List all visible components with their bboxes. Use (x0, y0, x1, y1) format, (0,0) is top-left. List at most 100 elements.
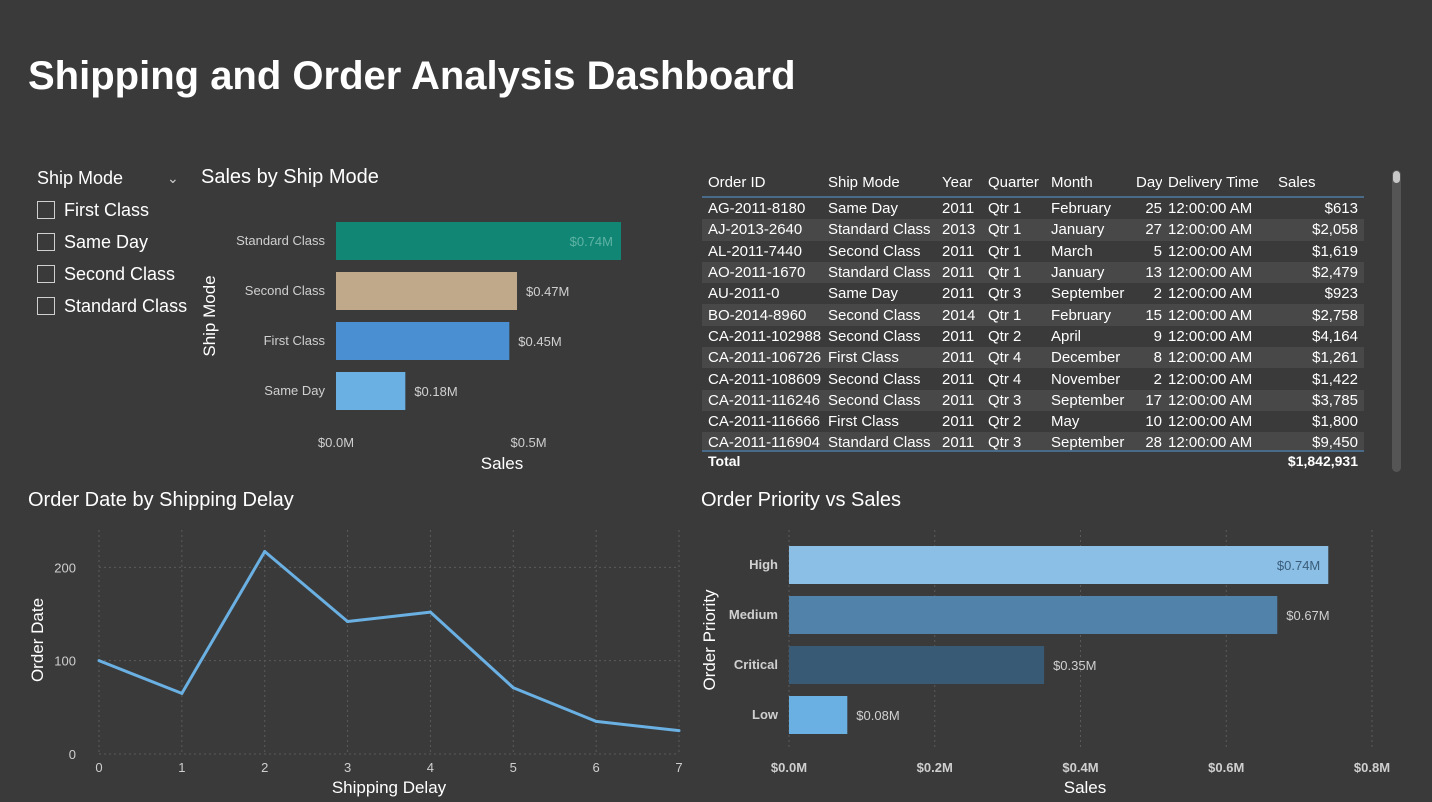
column-header-quarter[interactable]: Quarter (988, 174, 1051, 191)
cell-day: 9 (1153, 327, 1162, 345)
cell-year: 2014 (942, 306, 976, 324)
x-tick-label: $0.5M (510, 435, 546, 450)
column-header-delivery-time[interactable]: Delivery Time (1162, 174, 1272, 191)
total-label: Total (708, 453, 741, 469)
slicer-header[interactable]: Ship Mode ⌄ (37, 168, 187, 192)
cell-order-id: AU-2011-0 (708, 285, 780, 303)
cell-delivery-time: 12:00:00 AM (1168, 285, 1253, 303)
table-row[interactable]: AL-2011-7440 Second Class 2011 Qtr 1 March 5 1… (702, 241, 1364, 262)
x-tick-label: $0.4M (1062, 760, 1098, 775)
data-label: $0.18M (414, 384, 457, 399)
cell-day: 17 (1145, 391, 1162, 409)
x-tick-label: 1 (178, 760, 185, 775)
table-row[interactable]: CA-2011-116904 Standard Class 2011 Qtr 3 Sep… (702, 432, 1364, 450)
cell-sales: $4,164 (1312, 327, 1358, 345)
table-row[interactable]: AU-2011-0 Same Day 2011 Qtr 3 September 2 12:0… (702, 283, 1364, 304)
cell-ship-mode: First Class (828, 349, 899, 367)
category-label: Medium (729, 607, 778, 622)
table-row[interactable]: CA-2011-102988 Second Class 2011 Qtr 2 April… (702, 326, 1364, 347)
cell-order-id: AO-2011-1670 (708, 264, 806, 282)
table-row[interactable]: CA-2011-106726 First Class 2011 Qtr 4 Decemb… (702, 347, 1364, 369)
cell-month: September (1051, 285, 1125, 303)
cell-delivery-time: 12:00:00 AM (1168, 264, 1253, 282)
cell-quarter: Qtr 4 (988, 349, 1022, 367)
cell-sales: $1,261 (1312, 349, 1358, 367)
cell-month: February (1051, 306, 1112, 324)
data-label: $0.08M (856, 708, 899, 723)
data-label: $0.47M (526, 284, 569, 299)
scrollbar-thumb[interactable] (1393, 171, 1400, 183)
order-priority-vs-sales-chart: High $0.74M Medium $0.67M Critical $0.35M Low $… (700, 530, 1390, 797)
cell-quarter: Qtr 1 (988, 306, 1022, 324)
chart-title-order-priority-vs-sales: Order Priority vs Sales (701, 489, 902, 511)
cell-quarter: Qtr 2 (988, 327, 1022, 345)
cell-year: 2011 (942, 391, 975, 409)
table-row[interactable]: CA-2011-116666 First Class 2011 Qtr 2 May 10 1… (702, 411, 1364, 432)
slicer-item-first-class[interactable]: First Class (37, 194, 187, 226)
column-header-day[interactable]: Day (1136, 174, 1162, 191)
checkbox[interactable] (37, 233, 55, 251)
x-tick-label: 0 (95, 760, 102, 775)
cell-ship-mode: Standard Class (828, 221, 931, 239)
cell-order-id: CA-2011-116904 (708, 434, 821, 450)
cell-month: February (1051, 200, 1112, 218)
table-total-row: Total $1,842,931 (702, 450, 1364, 470)
column-header-ship-mode[interactable]: Ship Mode (828, 174, 942, 191)
table-row[interactable]: BO-2014-8960 Second Class 2014 Qtr 1 Februar… (702, 304, 1364, 326)
table-row[interactable]: AJ-2013-2640 Standard Class 2013 Qtr 1 Janua… (702, 219, 1364, 241)
checkbox[interactable] (37, 265, 55, 283)
cell-order-id: CA-2011-106726 (708, 349, 822, 367)
column-header-order-id[interactable]: Order ID (702, 174, 828, 191)
cell-sales: $1,619 (1312, 242, 1358, 260)
cell-ship-mode: First Class (828, 413, 899, 431)
column-header-month[interactable]: Month (1051, 174, 1136, 191)
cell-order-id: AL-2011-7440 (708, 242, 802, 260)
cell-delivery-time: 12:00:00 AM (1168, 327, 1253, 345)
cell-month: December (1051, 349, 1121, 367)
table-scrollbar[interactable] (1392, 170, 1401, 472)
data-label: $0.74M (1277, 558, 1320, 573)
cell-month: January (1051, 264, 1105, 282)
cell-day: 13 (1145, 264, 1162, 282)
cell-year: 2011 (942, 264, 975, 282)
chevron-down-icon[interactable]: ⌄ (167, 170, 179, 187)
bar (789, 546, 1329, 584)
x-axis-label: Sales (481, 454, 524, 473)
cell-day: 25 (1145, 200, 1162, 218)
checkbox[interactable] (37, 297, 55, 315)
table-row[interactable]: AO-2011-1670 Standard Class 2011 Qtr 1 Janua… (702, 261, 1364, 284)
cell-month: January (1051, 221, 1105, 239)
cell-quarter: Qtr 1 (988, 242, 1022, 260)
x-tick-label: $0.2M (917, 760, 953, 775)
cell-delivery-time: 12:00:00 AM (1168, 370, 1253, 388)
data-label: $0.67M (1286, 608, 1329, 623)
data-label: $0.35M (1053, 658, 1096, 673)
checkbox[interactable] (37, 201, 55, 219)
slicer-item-standard-class[interactable]: Standard Class (37, 290, 187, 322)
category-label: Critical (734, 657, 778, 672)
data-point (180, 691, 184, 695)
page-title: Shipping and Order Analysis Dashboard (28, 54, 796, 98)
bar (789, 696, 848, 734)
slicer-item-same-day[interactable]: Same Day (37, 226, 187, 258)
cell-year: 2011 (942, 370, 975, 388)
y-tick-label: 200 (54, 560, 76, 575)
cell-delivery-time: 12:00:00 AM (1168, 413, 1253, 431)
sales-by-ship-mode-chart: Standard Class $0.74M Second Class $0.47M Fi… (200, 222, 621, 473)
table-row[interactable]: AG-2011-8180 Same Day 2011 Qtr 1 February 25 1… (702, 198, 1364, 219)
cell-year: 2011 (942, 242, 975, 260)
table-row[interactable]: CA-2011-108609 Second Class 2011 Qtr 4 Novem… (702, 368, 1364, 389)
column-header-sales[interactable]: Sales (1272, 174, 1364, 191)
bar (789, 646, 1045, 684)
category-label: First Class (264, 333, 326, 348)
chart-title-order-date-by-shipping-delay: Order Date by Shipping Delay (28, 489, 294, 511)
cell-ship-mode: Same Day (828, 200, 899, 218)
slicer-item-second-class[interactable]: Second Class (37, 258, 187, 290)
cell-quarter: Qtr 1 (988, 264, 1022, 282)
slicer-item-label: First Class (64, 199, 149, 220)
category-label: Same Day (264, 383, 325, 398)
cell-month: March (1051, 242, 1093, 260)
table-row[interactable]: CA-2011-116246 Second Class 2011 Qtr 3 Septe… (702, 389, 1364, 411)
column-header-year[interactable]: Year (942, 174, 988, 191)
cell-day: 2 (1153, 370, 1162, 388)
